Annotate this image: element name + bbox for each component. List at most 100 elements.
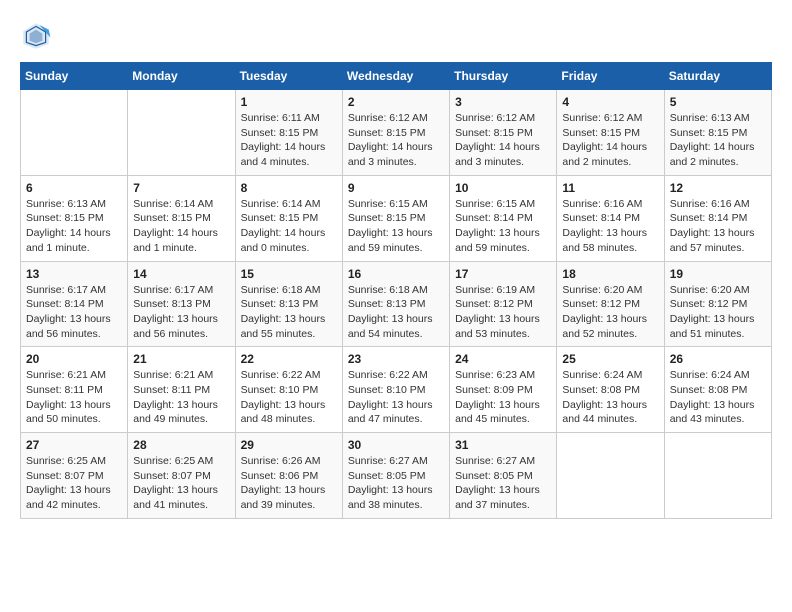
page-header xyxy=(20,20,772,52)
day-number: 6 xyxy=(26,181,122,195)
day-number: 30 xyxy=(348,438,444,452)
calendar-cell: 5 Sunrise: 6:13 AM Sunset: 8:15 PM Daylig… xyxy=(664,90,771,176)
day-number: 24 xyxy=(455,352,551,366)
day-number: 9 xyxy=(348,181,444,195)
calendar-cell: 17 Sunrise: 6:19 AM Sunset: 8:12 PM Dayli… xyxy=(450,261,557,347)
day-info: Sunrise: 6:19 AM Sunset: 8:12 PM Dayligh… xyxy=(455,283,551,342)
day-info: Sunrise: 6:16 AM Sunset: 8:14 PM Dayligh… xyxy=(670,197,766,256)
day-info: Sunrise: 6:25 AM Sunset: 8:07 PM Dayligh… xyxy=(26,454,122,513)
day-number: 7 xyxy=(133,181,229,195)
day-info: Sunrise: 6:21 AM Sunset: 8:11 PM Dayligh… xyxy=(133,368,229,427)
calendar-cell: 11 Sunrise: 6:16 AM Sunset: 8:14 PM Dayli… xyxy=(557,175,664,261)
calendar-table: SundayMondayTuesdayWednesdayThursdayFrid… xyxy=(20,62,772,519)
day-info: Sunrise: 6:15 AM Sunset: 8:15 PM Dayligh… xyxy=(348,197,444,256)
calendar-body: 1Sunrise: 6:11 AM Sunset: 8:15 PM Daylig… xyxy=(21,90,772,519)
day-number: 2 xyxy=(348,95,444,109)
day-number: 31 xyxy=(455,438,551,452)
calendar-cell: 29Sunrise: 6:26 AM Sunset: 8:06 PM Dayli… xyxy=(235,433,342,519)
calendar-cell: 4Sunrise: 6:12 AM Sunset: 8:15 PM Daylig… xyxy=(557,90,664,176)
calendar-cell: 7 Sunrise: 6:14 AM Sunset: 8:15 PM Daylig… xyxy=(128,175,235,261)
day-number: 14 xyxy=(133,267,229,281)
day-info: Sunrise: 6:20 AM Sunset: 8:12 PM Dayligh… xyxy=(562,283,658,342)
day-info: Sunrise: 6:24 AM Sunset: 8:08 PM Dayligh… xyxy=(670,368,766,427)
calendar-cell xyxy=(557,433,664,519)
calendar-cell: 20 Sunrise: 6:21 AM Sunset: 8:11 PM Dayli… xyxy=(21,347,128,433)
calendar-cell: 18 Sunrise: 6:20 AM Sunset: 8:12 PM Dayli… xyxy=(557,261,664,347)
calendar-cell xyxy=(128,90,235,176)
calendar-cell: 23 Sunrise: 6:22 AM Sunset: 8:10 PM Dayli… xyxy=(342,347,449,433)
day-info: Sunrise: 6:26 AM Sunset: 8:06 PM Dayligh… xyxy=(241,454,337,513)
day-info: Sunrise: 6:12 AM Sunset: 8:15 PM Dayligh… xyxy=(562,111,658,170)
calendar-cell: 31 Sunrise: 6:27 AM Sunset: 8:05 PM Dayli… xyxy=(450,433,557,519)
day-info: Sunrise: 6:15 AM Sunset: 8:14 PM Dayligh… xyxy=(455,197,551,256)
day-info: Sunrise: 6:21 AM Sunset: 8:11 PM Dayligh… xyxy=(26,368,122,427)
calendar-cell: 8 Sunrise: 6:14 AM Sunset: 8:15 PM Daylig… xyxy=(235,175,342,261)
calendar-cell: 25Sunrise: 6:24 AM Sunset: 8:08 PM Dayli… xyxy=(557,347,664,433)
day-number: 15 xyxy=(241,267,337,281)
day-info: Sunrise: 6:13 AM Sunset: 8:15 PM Dayligh… xyxy=(670,111,766,170)
calendar-week-row: 20 Sunrise: 6:21 AM Sunset: 8:11 PM Dayli… xyxy=(21,347,772,433)
calendar-cell: 15Sunrise: 6:18 AM Sunset: 8:13 PM Dayli… xyxy=(235,261,342,347)
day-of-week-header: Friday xyxy=(557,63,664,90)
day-number: 1 xyxy=(241,95,337,109)
calendar-cell: 1Sunrise: 6:11 AM Sunset: 8:15 PM Daylig… xyxy=(235,90,342,176)
calendar-cell: 28 Sunrise: 6:25 AM Sunset: 8:07 PM Dayli… xyxy=(128,433,235,519)
day-info: Sunrise: 6:27 AM Sunset: 8:05 PM Dayligh… xyxy=(455,454,551,513)
calendar-cell: 14 Sunrise: 6:17 AM Sunset: 8:13 PM Dayli… xyxy=(128,261,235,347)
day-of-week-header: Tuesday xyxy=(235,63,342,90)
day-number: 27 xyxy=(26,438,122,452)
calendar-cell: 6 Sunrise: 6:13 AM Sunset: 8:15 PM Daylig… xyxy=(21,175,128,261)
day-of-week-header: Saturday xyxy=(664,63,771,90)
day-of-week-header: Wednesday xyxy=(342,63,449,90)
day-number: 28 xyxy=(133,438,229,452)
calendar-cell: 27 Sunrise: 6:25 AM Sunset: 8:07 PM Dayli… xyxy=(21,433,128,519)
calendar-cell: 13 Sunrise: 6:17 AM Sunset: 8:14 PM Dayli… xyxy=(21,261,128,347)
calendar-cell: 22 Sunrise: 6:22 AM Sunset: 8:10 PM Dayli… xyxy=(235,347,342,433)
day-info: Sunrise: 6:16 AM Sunset: 8:14 PM Dayligh… xyxy=(562,197,658,256)
calendar-cell: 21 Sunrise: 6:21 AM Sunset: 8:11 PM Dayli… xyxy=(128,347,235,433)
day-info: Sunrise: 6:20 AM Sunset: 8:12 PM Dayligh… xyxy=(670,283,766,342)
day-number: 5 xyxy=(670,95,766,109)
day-number: 17 xyxy=(455,267,551,281)
day-info: Sunrise: 6:25 AM Sunset: 8:07 PM Dayligh… xyxy=(133,454,229,513)
day-info: Sunrise: 6:13 AM Sunset: 8:15 PM Dayligh… xyxy=(26,197,122,256)
day-info: Sunrise: 6:17 AM Sunset: 8:13 PM Dayligh… xyxy=(133,283,229,342)
calendar-cell: 19 Sunrise: 6:20 AM Sunset: 8:12 PM Dayli… xyxy=(664,261,771,347)
day-number: 21 xyxy=(133,352,229,366)
day-info: Sunrise: 6:22 AM Sunset: 8:10 PM Dayligh… xyxy=(241,368,337,427)
calendar-cell: 3Sunrise: 6:12 AM Sunset: 8:15 PM Daylig… xyxy=(450,90,557,176)
day-info: Sunrise: 6:24 AM Sunset: 8:08 PM Dayligh… xyxy=(562,368,658,427)
day-number: 12 xyxy=(670,181,766,195)
calendar-cell: 12 Sunrise: 6:16 AM Sunset: 8:14 PM Dayli… xyxy=(664,175,771,261)
day-number: 11 xyxy=(562,181,658,195)
day-info: Sunrise: 6:17 AM Sunset: 8:14 PM Dayligh… xyxy=(26,283,122,342)
calendar-week-row: 1Sunrise: 6:11 AM Sunset: 8:15 PM Daylig… xyxy=(21,90,772,176)
day-info: Sunrise: 6:14 AM Sunset: 8:15 PM Dayligh… xyxy=(241,197,337,256)
calendar-cell: 10 Sunrise: 6:15 AM Sunset: 8:14 PM Dayli… xyxy=(450,175,557,261)
day-info: Sunrise: 6:23 AM Sunset: 8:09 PM Dayligh… xyxy=(455,368,551,427)
calendar-cell: 24 Sunrise: 6:23 AM Sunset: 8:09 PM Dayli… xyxy=(450,347,557,433)
day-of-week-header: Thursday xyxy=(450,63,557,90)
calendar-cell: 26 Sunrise: 6:24 AM Sunset: 8:08 PM Dayli… xyxy=(664,347,771,433)
calendar-cell: 30Sunrise: 6:27 AM Sunset: 8:05 PM Dayli… xyxy=(342,433,449,519)
day-number: 26 xyxy=(670,352,766,366)
day-number: 20 xyxy=(26,352,122,366)
calendar-week-row: 27 Sunrise: 6:25 AM Sunset: 8:07 PM Dayli… xyxy=(21,433,772,519)
day-info: Sunrise: 6:22 AM Sunset: 8:10 PM Dayligh… xyxy=(348,368,444,427)
day-number: 13 xyxy=(26,267,122,281)
day-number: 10 xyxy=(455,181,551,195)
logo xyxy=(20,20,58,52)
calendar-week-row: 13 Sunrise: 6:17 AM Sunset: 8:14 PM Dayli… xyxy=(21,261,772,347)
day-number: 19 xyxy=(670,267,766,281)
day-number: 8 xyxy=(241,181,337,195)
day-info: Sunrise: 6:14 AM Sunset: 8:15 PM Dayligh… xyxy=(133,197,229,256)
calendar-header: SundayMondayTuesdayWednesdayThursdayFrid… xyxy=(21,63,772,90)
calendar-cell: 16 Sunrise: 6:18 AM Sunset: 8:13 PM Dayli… xyxy=(342,261,449,347)
day-of-week-header: Sunday xyxy=(21,63,128,90)
day-number: 18 xyxy=(562,267,658,281)
day-number: 16 xyxy=(348,267,444,281)
day-number: 23 xyxy=(348,352,444,366)
header-row: SundayMondayTuesdayWednesdayThursdayFrid… xyxy=(21,63,772,90)
day-number: 22 xyxy=(241,352,337,366)
day-info: Sunrise: 6:18 AM Sunset: 8:13 PM Dayligh… xyxy=(348,283,444,342)
